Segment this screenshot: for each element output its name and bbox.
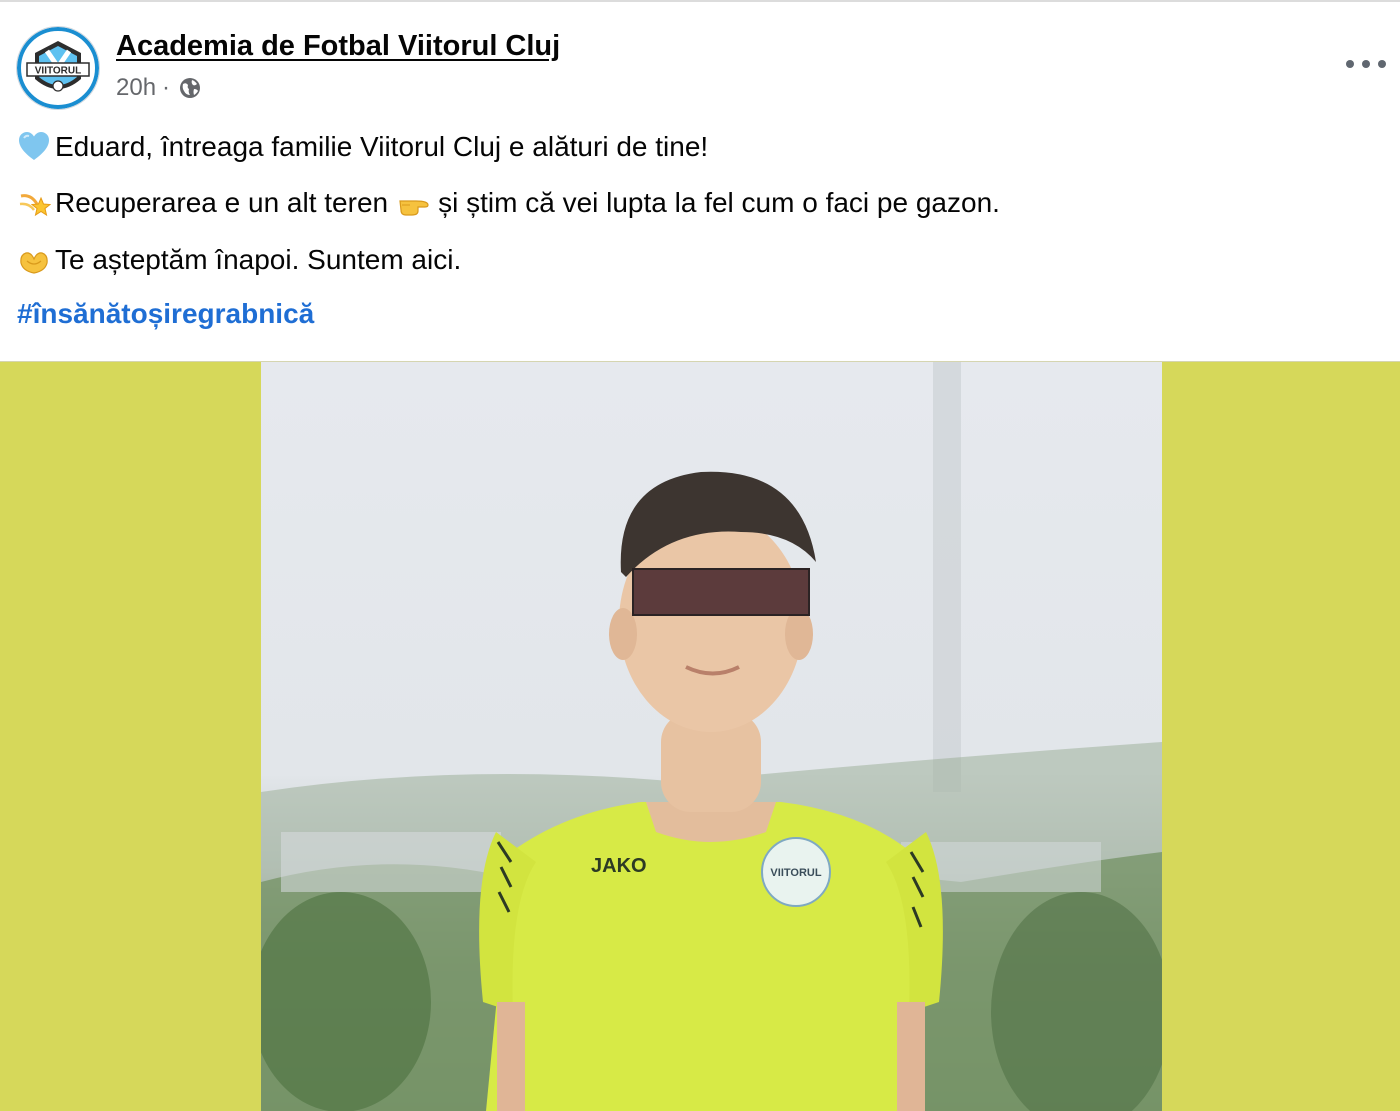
pointing-right-icon <box>398 187 430 219</box>
page-name-link[interactable]: Academia de Fotbal Viitorul Cluj <box>116 30 560 63</box>
light-blue-heart-icon <box>17 130 51 164</box>
post-line-3: Te așteptăm înapoi. Suntem aici. <box>17 241 461 279</box>
globe-icon <box>178 76 202 100</box>
post-photo[interactable]: JAKO VIITORUL <box>261 362 1162 1111</box>
svg-text:VIITORUL: VIITORUL <box>35 66 81 77</box>
post-line-2: Recuperarea e un alt teren și știm că ve… <box>17 184 1000 222</box>
page-avatar[interactable]: VIITORUL <box>17 27 99 109</box>
more-options-button[interactable] <box>1346 52 1386 76</box>
viitorul-logo-icon: VIITORUL <box>17 27 99 109</box>
dot-icon <box>1378 60 1386 68</box>
heart-hands-icon <box>17 243 51 277</box>
post-line-3-text: Te așteptăm înapoi. Suntem aici. <box>55 244 462 275</box>
post-line-2-text-b: și știm că vei lupta la fel cum o faci p… <box>438 187 1000 218</box>
dot-icon <box>1362 60 1370 68</box>
shirt-badge-text: VIITORUL <box>770 867 821 879</box>
meta-separator: · <box>162 74 171 101</box>
shirt-brand-text: JAKO <box>591 855 647 877</box>
post-meta: 20h · <box>116 74 202 102</box>
post-header: VIITORUL Academia de Fotbal Viitorul Clu… <box>0 0 1400 120</box>
dizzy-icon <box>17 186 51 220</box>
post-line-2-text-a: Recuperarea e un alt teren <box>55 187 389 218</box>
post-line-1-text: Eduard, întreaga familie Viitorul Cluj e… <box>55 131 709 162</box>
post-media[interactable]: JAKO VIITORUL <box>0 361 1400 1111</box>
hashtag-link[interactable]: #însănătoșiregrabnică <box>17 298 314 330</box>
player-illustration: JAKO VIITORUL <box>261 362 1162 1111</box>
post-time[interactable]: 20h <box>116 74 156 102</box>
dot-icon <box>1346 60 1354 68</box>
post-line-1: Eduard, întreaga familie Viitorul Cluj e… <box>17 128 708 166</box>
